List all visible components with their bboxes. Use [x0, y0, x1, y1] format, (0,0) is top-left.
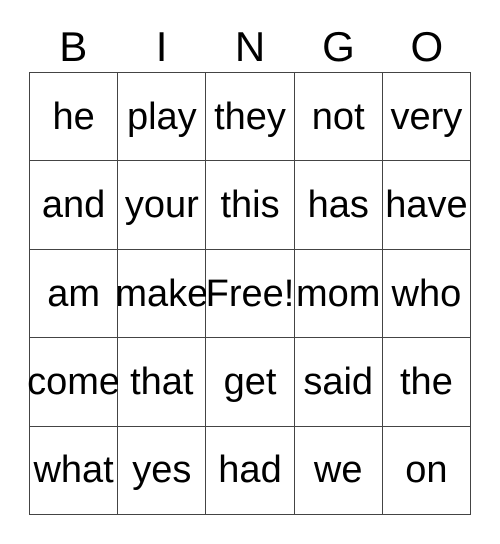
bingo-cell-i2[interactable]: your: [118, 161, 207, 250]
bingo-row: he play they not very: [30, 73, 472, 162]
bingo-cell-g4[interactable]: said: [294, 338, 383, 427]
header-letter-i: I: [155, 23, 168, 70]
bingo-header-row: B I N G O: [29, 22, 471, 72]
bingo-cell-free-space[interactable]: Free!: [206, 249, 295, 339]
bingo-grid: he play they not very and your this has …: [27, 72, 472, 516]
bingo-cell-i5[interactable]: yes: [118, 426, 207, 516]
bingo-cell-b5[interactable]: what: [30, 426, 119, 516]
bingo-cell-i1[interactable]: play: [118, 73, 207, 162]
bingo-cell-o2[interactable]: have: [382, 161, 472, 250]
bingo-cell-g5[interactable]: we: [294, 426, 383, 516]
bingo-cell-b1[interactable]: he: [30, 73, 119, 162]
header-letter-n: N: [234, 23, 266, 70]
header-letter-b: B: [59, 23, 88, 70]
bingo-cell-g3[interactable]: mom: [294, 249, 383, 339]
bingo-row: come that get said the: [27, 338, 472, 427]
bingo-cell-b2[interactable]: and: [30, 161, 119, 250]
bingo-cell-o3[interactable]: who: [382, 249, 472, 339]
bingo-cell-n2[interactable]: this: [206, 161, 295, 250]
bingo-cell-g1[interactable]: not: [294, 73, 383, 162]
bingo-cell-b4[interactable]: come: [27, 338, 120, 427]
bingo-cell-n5[interactable]: had: [206, 426, 295, 516]
bingo-cell-o5[interactable]: on: [382, 426, 472, 516]
bingo-cell-i3[interactable]: make: [115, 249, 208, 339]
bingo-cell-n4[interactable]: get: [206, 338, 295, 427]
bingo-cell-b3[interactable]: am: [30, 249, 119, 339]
bingo-card: B I N G O he play they not very and your…: [0, 0, 500, 544]
bingo-row: am make Free! mom who: [30, 249, 472, 339]
bingo-cell-o1[interactable]: very: [382, 73, 472, 162]
bingo-cell-g2[interactable]: has: [294, 161, 383, 250]
bingo-cell-o4[interactable]: the: [382, 338, 472, 427]
bingo-cell-n1[interactable]: they: [206, 73, 295, 162]
bingo-row: and your this has have: [30, 161, 472, 250]
header-letter-o: O: [410, 23, 444, 70]
header-letter-g: G: [322, 23, 355, 70]
bingo-cell-i4[interactable]: that: [118, 338, 207, 427]
bingo-row: what yes had we on: [30, 426, 472, 516]
